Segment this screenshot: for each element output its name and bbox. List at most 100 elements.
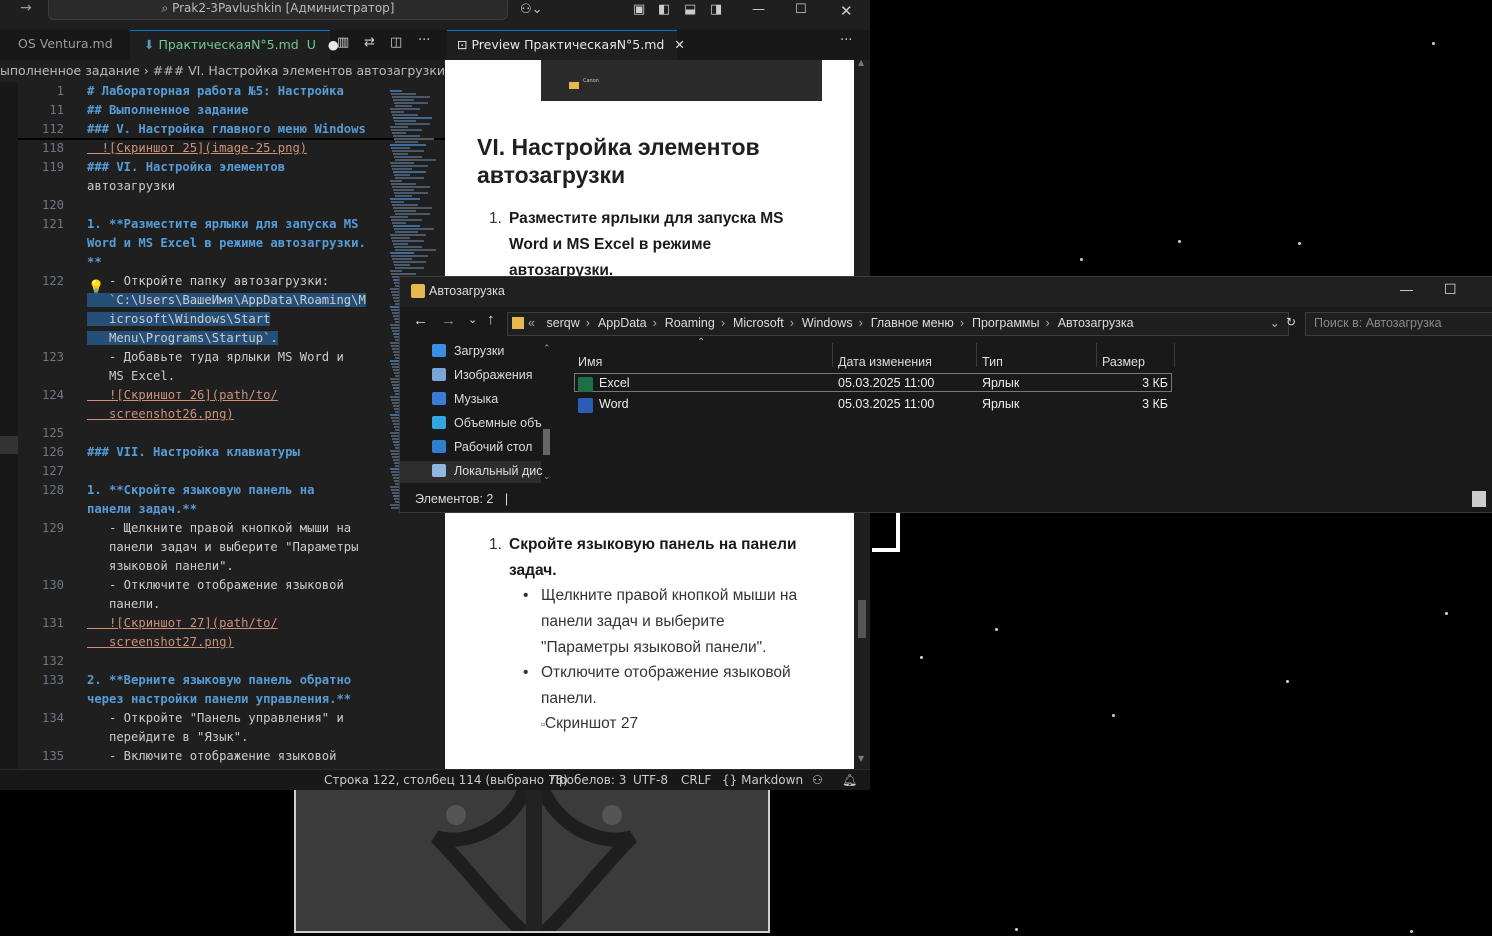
scroll-down-icon[interactable]: ▼ — [858, 754, 864, 763]
path-segment[interactable]: Microsoft — [733, 316, 784, 330]
code-line: screenshot26.png) — [87, 407, 234, 421]
file-name[interactable]: Excel — [599, 376, 630, 390]
path-segment[interactable]: Windows — [802, 316, 853, 330]
toggle-panel-icon[interactable]: ⬓ — [684, 2, 696, 17]
maximize-icon[interactable]: ☐ — [1444, 281, 1457, 298]
toggle-secondary-sidebar-icon[interactable]: ◨ — [710, 2, 722, 17]
nav-item-label: Музыка — [454, 392, 499, 406]
scroll-up-icon[interactable]: ⌃ — [543, 343, 551, 354]
preview-more-icon[interactable]: ··· — [840, 33, 852, 48]
path-chevron-icon[interactable]: › — [790, 316, 794, 330]
compare-icon[interactable]: ⇄ — [364, 35, 375, 50]
path-segment[interactable]: AppData — [598, 316, 647, 330]
scroll-up-icon[interactable]: ▲ — [858, 58, 864, 67]
path-segment[interactable]: serqw — [546, 316, 579, 330]
lightbulb-icon[interactable]: 💡 — [88, 280, 104, 295]
line-ending[interactable]: CRLF — [681, 770, 711, 790]
code-line: панели. — [87, 597, 161, 611]
forward-arrow-icon[interactable]: → — [441, 312, 456, 329]
maximize-icon[interactable]: ☐ — [795, 2, 807, 17]
scroll-thumb[interactable] — [858, 600, 866, 638]
column-size[interactable]: Размер — [1102, 355, 1145, 369]
copilot-icon[interactable]: ⚇⌄ — [520, 2, 543, 17]
file-name[interactable]: Word — [599, 397, 629, 411]
path-segment[interactable]: Программы — [972, 316, 1040, 330]
path-chevron-icon[interactable]: › — [586, 316, 590, 330]
minimap-line — [392, 114, 418, 116]
column-date[interactable]: Дата изменения — [838, 355, 932, 369]
nav-scrollbar[interactable]: ⌃ ⌄ — [541, 343, 553, 485]
up-arrow-icon[interactable]: ↑ — [487, 311, 495, 328]
navigation-pane[interactable]: Загрузки Изображения Музыка Объемные объ Раб… — [400, 339, 555, 487]
code-line: ![Скриншот 26](path/to/ — [87, 388, 278, 402]
scroll-down-icon[interactable]: ⌄ — [543, 471, 551, 482]
column-type[interactable]: Тип — [982, 355, 1003, 369]
more-actions-icon[interactable]: ··· — [418, 33, 430, 48]
code-line: `C:\Users\ВашеИмя\AppData\Roaming\M — [87, 293, 366, 307]
split-editor-icon[interactable]: ◫ — [390, 35, 402, 50]
nav-item-label: Рабочий стол — [454, 440, 533, 454]
tab-preview[interactable]: ⊡ Preview ПрактическаяN°5.md ✕ — [447, 30, 685, 60]
line-number: 120 — [41, 198, 64, 212]
nav-item[interactable]: Музыка — [432, 392, 498, 406]
cursor-position[interactable]: Строка 122, столбец 114 (выбрано 78) — [324, 770, 568, 790]
breadcrumb[interactable]: ыполненное задание › ### VI. Настройка э… — [0, 60, 445, 82]
bullet-dot: • — [523, 587, 529, 604]
path-chevron-icon[interactable]: › — [653, 316, 657, 330]
nav-item-label: Изображения — [454, 368, 533, 382]
details-view-icon[interactable] — [1472, 491, 1486, 507]
back-arrow-icon[interactable]: ← — [413, 312, 428, 329]
path-segment[interactable]: Автозагрузка — [1058, 316, 1134, 330]
minimap-line — [391, 201, 404, 203]
path-chevron-icon[interactable]: › — [1046, 316, 1050, 330]
scroll-thumb[interactable] — [543, 429, 550, 455]
history-chevron-icon[interactable]: ⌄ — [468, 313, 477, 326]
path-chevron-icon[interactable]: › — [721, 316, 725, 330]
address-bar[interactable]: « serqw › AppData › Roaming › Microsoft › Window… — [507, 312, 1289, 336]
column-name[interactable]: Имя — [578, 355, 602, 369]
minimize-icon[interactable]: — — [752, 2, 765, 17]
minimap-line — [392, 204, 418, 206]
path-chevron-icon[interactable]: › — [859, 316, 863, 330]
copilot-status-icon[interactable]: ⚇ — [812, 770, 823, 790]
line-number: 121 — [41, 217, 64, 231]
path-segment[interactable]: Roaming — [665, 316, 715, 330]
preview-bullet-2: Отключите отображение языковой панели. — [541, 664, 791, 707]
status-bar: Строка 122, столбец 114 (выбрано 78) Про… — [0, 769, 870, 790]
minimap-line — [391, 165, 428, 167]
nav-item[interactable]: Рабочий стол — [432, 440, 532, 454]
toggle-sidebar-icon[interactable]: ◧ — [658, 2, 670, 17]
refresh-icon[interactable]: ↻ — [1286, 315, 1296, 329]
path-segment[interactable]: Главное меню — [871, 316, 954, 330]
open-preview-icon[interactable]: ▥ — [337, 35, 349, 50]
notifications-bell-icon[interactable]: 🔔︎ — [842, 770, 857, 790]
address-dropdown-icon[interactable]: ⌄ — [1270, 313, 1280, 333]
nav-item[interactable]: Изображения — [432, 368, 533, 382]
line-number: 131 — [41, 616, 64, 630]
nav-item[interactable]: Загрузки — [432, 344, 504, 358]
encoding[interactable]: UTF-8 — [633, 770, 668, 790]
code-line: автозагрузки — [87, 179, 176, 193]
nav-item[interactable]: Объемные объ — [432, 416, 542, 430]
close-tab-icon[interactable]: ✕ — [674, 37, 684, 52]
back-arrow-icon[interactable]: → — [20, 0, 32, 16]
explorer-status-bar: Элементов: 2 | — [400, 487, 1492, 512]
language-mode[interactable]: {} Markdown — [722, 770, 803, 790]
overflow-chevron-icon[interactable]: « — [528, 316, 535, 330]
folder-icon — [569, 82, 579, 89]
star — [1112, 714, 1115, 717]
command-center[interactable]: ⌕ Prak2-3Pavlushkin [Администратор] — [48, 0, 508, 20]
search-input[interactable]: Поиск в: Автозагрузка — [1305, 312, 1492, 336]
nav-item[interactable]: Локальный дис — [432, 464, 543, 478]
code-editor[interactable]: 1 # Лабораторная работа №5: Настройка 11 ##… — [18, 82, 445, 772]
minimize-icon[interactable]: — — [1400, 282, 1413, 297]
indentation[interactable]: Пробелов: 3 — [550, 770, 626, 790]
path-chevron-icon[interactable]: › — [960, 316, 964, 330]
close-icon[interactable]: ✕ — [840, 2, 853, 20]
tab-practical5[interactable]: ⬇ ПрактическаяN°5.md U ● — [130, 30, 339, 60]
line-number: 118 — [41, 141, 64, 155]
column-divider — [832, 343, 833, 367]
layout-icon[interactable]: ▣ — [633, 2, 645, 17]
thumb-label: Canon — [583, 78, 599, 84]
tab-os-ventura[interactable]: OS Ventura.md — [0, 30, 130, 60]
